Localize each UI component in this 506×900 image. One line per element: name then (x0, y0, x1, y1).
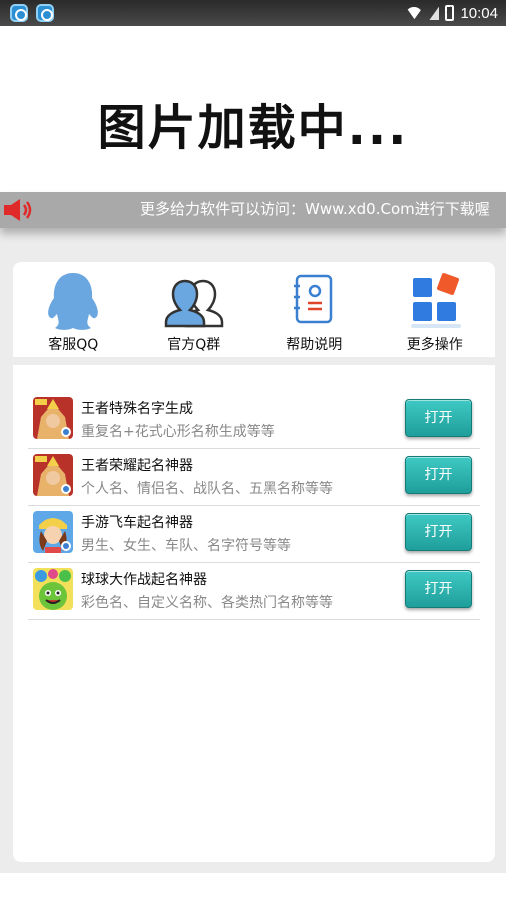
more-grid-icon (410, 273, 461, 328)
menu-label: 更多操作 (406, 337, 463, 353)
menu-item-official-group[interactable]: 官方Q群 (134, 262, 255, 357)
item-description: 男生、女生、车队、名字符号等等 (81, 538, 291, 554)
game-hero-icon (33, 397, 73, 439)
status-bar: 10:04 (0, 0, 506, 26)
app-list: 王者特殊名字生成 重复名+花式心形名称生成等等 打开 王者荣耀起名神器 个人名、… (28, 392, 480, 620)
speaker-icon (4, 199, 32, 221)
app-notification-icon (36, 4, 54, 22)
open-button[interactable]: 打开 (405, 570, 472, 608)
user-group-icon (164, 279, 223, 328)
item-description: 彩色名、自定义名称、各类热门名称等等 (81, 595, 333, 611)
item-title: 王者特殊名字生成 (81, 401, 193, 417)
list-item[interactable]: 手游飞车起名神器 男生、女生、车队、名字符号等等 打开 (28, 506, 480, 563)
list-item[interactable]: 王者特殊名字生成 重复名+花式心形名称生成等等 打开 (28, 392, 480, 449)
open-button[interactable]: 打开 (405, 513, 472, 551)
app-notification-icon (10, 4, 28, 22)
menu-item-help[interactable]: 帮助说明 (254, 262, 375, 357)
menu-label: 客服QQ (48, 337, 99, 353)
signal-icon (429, 6, 440, 20)
item-title: 手游飞车起名神器 (81, 515, 193, 531)
banner-loading-text: 图片加载中... (97, 100, 409, 156)
racer-avatar-icon (33, 511, 73, 553)
game-hero-icon (33, 454, 73, 496)
open-button[interactable]: 打开 (405, 456, 472, 494)
bottom-bar (0, 873, 506, 900)
item-title: 王者荣耀起名神器 (81, 458, 193, 474)
status-time: 10:04 (460, 4, 498, 22)
list-item[interactable]: 王者荣耀起名神器 个人名、情侣名、战队名、五黑名称等等 打开 (28, 449, 480, 506)
ball-battle-icon (33, 568, 73, 610)
menu-label: 帮助说明 (286, 337, 343, 353)
open-button[interactable]: 打开 (405, 399, 472, 437)
wifi-icon (405, 7, 423, 20)
menu-item-customer-qq[interactable]: 客服QQ (13, 262, 134, 357)
help-document-icon (294, 274, 333, 324)
menu-label: 官方Q群 (167, 337, 221, 353)
item-title: 球球大作战起名神器 (81, 572, 207, 588)
battery-icon (445, 5, 455, 21)
qq-penguin-icon (48, 273, 99, 330)
main-card: 客服QQ 官方Q群 帮助说明 更多操作 王者特殊名字生成 重复名+花式心形名称生… (13, 262, 495, 862)
notice-marquee[interactable]: 更多给力软件可以访问：Www.xd0.Com进行下载喔 (0, 192, 506, 228)
list-item[interactable]: 球球大作战起名神器 彩色名、自定义名称、各类热门名称等等 打开 (28, 563, 480, 620)
menu-item-more[interactable]: 更多操作 (375, 262, 496, 357)
menu-row: 客服QQ 官方Q群 帮助说明 更多操作 (13, 262, 495, 357)
item-description: 重复名+花式心形名称生成等等 (81, 424, 275, 440)
divider (13, 357, 495, 365)
item-description: 个人名、情侣名、战队名、五黑名称等等 (81, 481, 333, 497)
marquee-text: 更多给力软件可以访问：Www.xd0.Com进行下载喔 (140, 200, 490, 218)
